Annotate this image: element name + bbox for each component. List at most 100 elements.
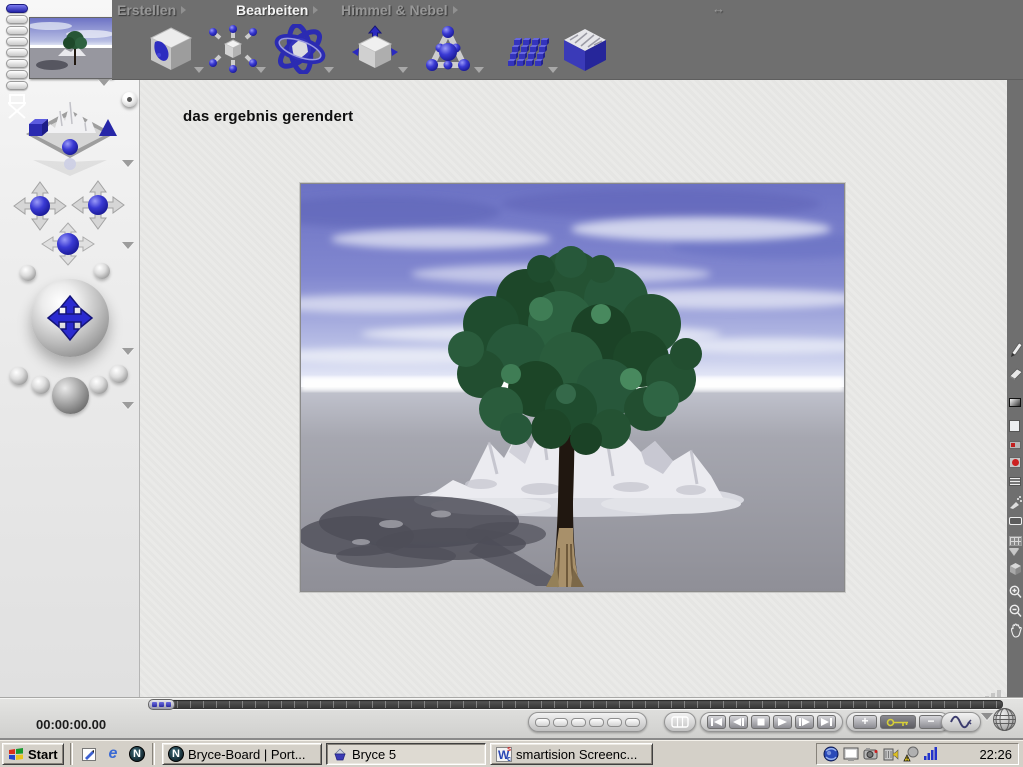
- tab-himmel-nebel[interactable]: Himmel & Nebel: [341, 2, 458, 18]
- step-back-button[interactable]: [729, 715, 748, 729]
- expand-arrows-icon[interactable]: ↔: [712, 1, 725, 16]
- add-keyframe-button[interactable]: +: [853, 715, 877, 729]
- camera-indicator-dot[interactable]: [122, 92, 137, 107]
- grid-icon[interactable]: [1009, 536, 1022, 546]
- zoom-in-icon[interactable]: [1009, 585, 1022, 599]
- stop-button[interactable]: [751, 715, 770, 729]
- marquee-icon[interactable]: [1009, 517, 1022, 525]
- work-canvas[interactable]: das ergebnis gerendert: [140, 80, 1007, 697]
- toolbar-dropdown-icon[interactable]: [256, 67, 266, 73]
- trackball-dropdown-icon[interactable]: [122, 348, 134, 355]
- keyframe-key-button[interactable]: [880, 715, 916, 729]
- toolbar-dropdown-icon[interactable]: [474, 67, 484, 73]
- network-signal-icon[interactable]: [923, 746, 939, 762]
- scheduler-globe-icon[interactable]: [823, 746, 839, 762]
- tab-label: Erstellen: [117, 2, 177, 18]
- remove-keyframe-button[interactable]: −: [919, 715, 943, 729]
- preview-mode-pill[interactable]: [589, 717, 604, 727]
- toolbar-dropdown-icon[interactable]: [324, 67, 334, 73]
- scanlines-icon[interactable]: [1009, 477, 1021, 486]
- motion-lab-button[interactable]: [941, 712, 981, 732]
- preview-mode-pill[interactable]: [553, 717, 568, 727]
- preset-pill[interactable]: [6, 48, 28, 57]
- preview-mode-pill[interactable]: [625, 717, 640, 727]
- preview-mode-pill[interactable]: [535, 717, 550, 727]
- gradient-icon[interactable]: [1009, 398, 1021, 407]
- preview-mode-pill[interactable]: [607, 717, 622, 727]
- go-end-button[interactable]: [817, 715, 836, 729]
- taskbar-separator: [152, 743, 155, 765]
- pan-dropdown-icon[interactable]: [122, 242, 134, 249]
- view-preset-sphere-main[interactable]: [52, 377, 89, 414]
- tab-erstellen[interactable]: Erstellen: [117, 2, 187, 18]
- film-preview-button[interactable]: [664, 712, 696, 732]
- task-smartision[interactable]: W s c smartision Screenc...: [490, 743, 653, 765]
- preset-pill[interactable]: [6, 26, 28, 35]
- cube-icon[interactable]: [1009, 562, 1022, 575]
- timeline-scrubber[interactable]: [148, 699, 175, 710]
- pan-corner-sphere[interactable]: [94, 263, 110, 279]
- play-button[interactable]: [773, 715, 792, 729]
- view-preset-sphere[interactable]: [32, 376, 50, 394]
- ie-glyph: e: [108, 745, 118, 762]
- view-preset-sphere[interactable]: [10, 367, 28, 385]
- animation-control-bar: 00:00:00.00 + −: [0, 697, 1023, 740]
- render-dot-small-icon[interactable]: [1009, 441, 1021, 449]
- resize-object-icon[interactable]: [350, 24, 400, 74]
- preset-pill[interactable]: [6, 15, 28, 24]
- screen-capture-icon[interactable]: [863, 746, 879, 762]
- netscape-quicklaunch-icon[interactable]: N: [128, 745, 146, 763]
- system-alert-icon[interactable]: [903, 746, 919, 762]
- task-bryce-board[interactable]: N Bryce-Board | Port...: [162, 743, 322, 765]
- render-dot-icon[interactable]: [1009, 457, 1021, 468]
- tab-label: Bearbeiten: [236, 2, 309, 18]
- preview-dropdown-icon[interactable]: [98, 79, 110, 86]
- edit-materials-icon[interactable]: [272, 24, 328, 74]
- display-settings-icon[interactable]: [843, 746, 859, 762]
- go-start-button[interactable]: [707, 715, 726, 729]
- nano-preview-thumbnail[interactable]: [28, 17, 114, 79]
- preset-pill[interactable]: [6, 37, 28, 46]
- multi-replicate-icon[interactable]: [208, 24, 258, 74]
- tab-arrow-icon: [313, 6, 319, 14]
- toolbar-dropdown-icon[interactable]: [548, 67, 558, 73]
- pan-pad-down[interactable]: [41, 222, 95, 266]
- scene-preview-dropdown-icon[interactable]: [122, 160, 134, 167]
- terrain-cube-icon[interactable]: [560, 24, 610, 74]
- preview-mode-pill[interactable]: [571, 717, 586, 727]
- pan-hand-icon[interactable]: [1009, 623, 1023, 638]
- tab-arrow-icon: [181, 6, 187, 14]
- pan-corner-sphere[interactable]: [20, 265, 36, 281]
- show-desktop-icon[interactable]: [80, 745, 98, 763]
- render-tool-strip: [1007, 80, 1023, 697]
- globe-options-icon[interactable]: [992, 707, 1017, 732]
- edit-texture-cube-icon[interactable]: [146, 24, 196, 74]
- task-bryce5[interactable]: Bryce 5: [326, 743, 486, 765]
- preset-pill[interactable]: [6, 59, 28, 68]
- terrain-grid-icon[interactable]: [500, 24, 550, 74]
- toolbar-dropdown-icon[interactable]: [398, 67, 408, 73]
- airbrush-icon[interactable]: [1009, 496, 1022, 509]
- preset-pill[interactable]: [6, 70, 28, 79]
- audio-mixer-icon[interactable]: [883, 746, 899, 762]
- pencil-icon[interactable]: [1009, 342, 1022, 357]
- timeline-track[interactable]: [150, 700, 1003, 709]
- preset-pill-active[interactable]: [6, 4, 28, 13]
- internet-explorer-icon[interactable]: e: [104, 745, 122, 763]
- zoom-out-icon[interactable]: [1009, 604, 1022, 618]
- netscape-task-icon: N: [168, 746, 184, 762]
- start-button[interactable]: Start: [2, 743, 64, 765]
- link-objects-icon[interactable]: [420, 24, 476, 74]
- camera-trackball[interactable]: [31, 279, 109, 357]
- view-preset-dropdown-icon[interactable]: [122, 402, 134, 409]
- page-icon[interactable]: [1009, 420, 1020, 432]
- taskbar-clock[interactable]: 22:26: [979, 747, 1012, 762]
- step-forward-button[interactable]: [795, 715, 814, 729]
- view-preset-sphere[interactable]: [90, 376, 108, 394]
- tab-bearbeiten[interactable]: Bearbeiten: [236, 2, 319, 18]
- grid-dropdown-icon[interactable]: [1009, 548, 1019, 555]
- eraser-icon[interactable]: [1009, 368, 1022, 380]
- toolbar-dropdown-icon[interactable]: [194, 67, 204, 73]
- view-preset-sphere[interactable]: [110, 365, 128, 383]
- scene-preview-control[interactable]: [22, 86, 118, 178]
